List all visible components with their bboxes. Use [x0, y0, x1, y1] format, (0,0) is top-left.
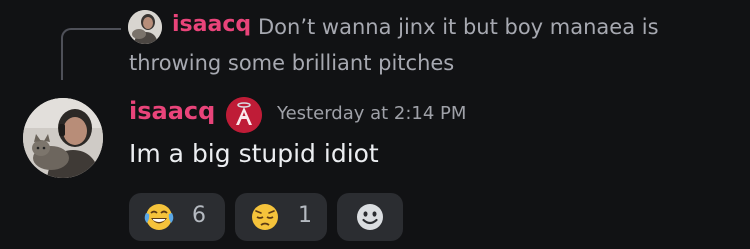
message-author-name[interactable]: isaacq [129, 97, 215, 125]
reply-author-name[interactable]: isaacq [172, 12, 251, 37]
message-author-avatar[interactable] [23, 98, 103, 178]
reaction-face-with-tears-of-joy[interactable]: 6 [129, 193, 225, 241]
reaction-pensive-face[interactable]: 1 [235, 193, 327, 241]
reaction-count: 6 [192, 203, 206, 228]
face-with-tears-of-joy-icon [144, 204, 174, 230]
reaction-count: 1 [298, 203, 312, 228]
message-timestamp[interactable]: Yesterday at 2:14 PM [277, 103, 466, 124]
chat-message-view: isaacq Don’t wanna jinx it but boy manae… [0, 0, 750, 249]
smiley-add-reaction-icon [357, 204, 383, 230]
pensive-face-icon [252, 204, 278, 230]
reply-avatar[interactable] [128, 10, 162, 44]
message-content: Im a big stupid idiot [129, 139, 379, 168]
reply-connector-line [61, 28, 121, 80]
reply-preview-text[interactable]: Don’t wanna jinx it but boy manaea is [258, 12, 659, 43]
add-reaction-button[interactable] [337, 193, 403, 241]
avatar-photo-icon [128, 10, 162, 44]
angels-logo-icon [226, 97, 262, 133]
avatar-photo-icon [23, 98, 103, 178]
reply-preview-text-line-2[interactable]: throwing some brilliant pitches [129, 48, 454, 79]
team-role-icon[interactable] [226, 97, 262, 133]
